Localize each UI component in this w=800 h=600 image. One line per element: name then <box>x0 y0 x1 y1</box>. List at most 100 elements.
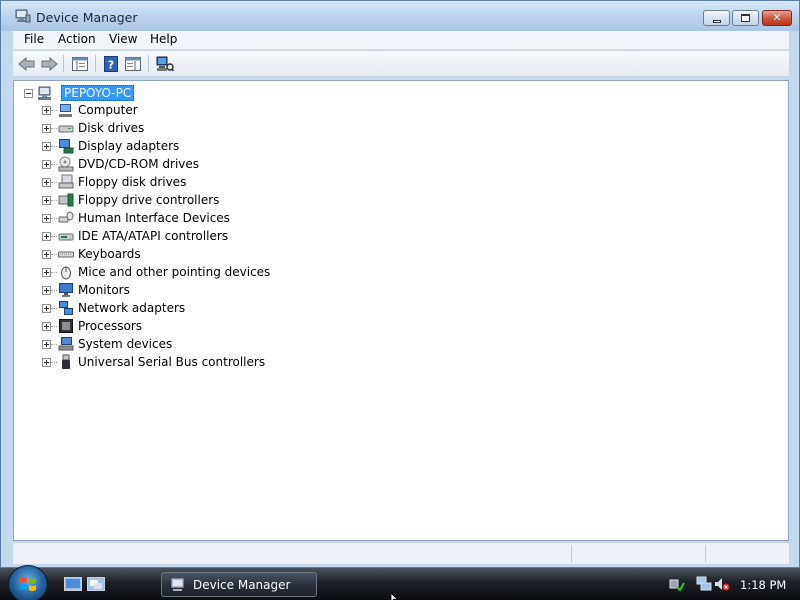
status-segment <box>571 545 705 563</box>
title-bar[interactable]: Device Manager ✕ <box>1 1 799 31</box>
help-button[interactable]: ? <box>101 54 121 74</box>
show-action-pane-icon <box>125 57 141 71</box>
tree-item-processors[interactable]: Processors <box>42 317 270 335</box>
expand-toggle[interactable] <box>42 303 51 313</box>
scan-hardware-changes-icon <box>156 56 174 72</box>
expand-toggle[interactable] <box>42 141 51 151</box>
menu-view[interactable]: View <box>109 32 137 46</box>
network-connection-icon[interactable] <box>696 576 712 592</box>
expand-toggle[interactable] <box>42 339 51 349</box>
tree-item-label: Computer <box>78 103 138 117</box>
tree-item-label: DVD/CD-ROM drives <box>78 157 200 171</box>
tree-item-usb-controllers[interactable]: Universal Serial Bus controllers <box>42 353 270 371</box>
tree-item-computer[interactable]: Computer <box>42 101 270 119</box>
monitor-icon <box>58 282 74 298</box>
taskbar-button-label: Device Manager <box>193 577 291 592</box>
tree-item-label: Mice and other pointing devices <box>78 265 271 279</box>
menu-action[interactable]: Action <box>58 32 96 46</box>
menu-help[interactable]: Help <box>150 32 177 46</box>
tree-item-label: Monitors <box>78 283 130 297</box>
volume-muted-icon[interactable] <box>714 576 730 592</box>
floppy-controller-icon <box>58 192 74 208</box>
expand-toggle[interactable] <box>42 249 51 259</box>
system-devices-icon <box>58 336 74 352</box>
usb-icon <box>58 354 74 370</box>
tree-item-dvd-cd-rom-drives[interactable]: DVD/CD-ROM drives <box>42 155 270 173</box>
expand-toggle[interactable] <box>42 285 51 295</box>
tree-item-label: Processors <box>78 319 143 333</box>
collapse-toggle[interactable] <box>24 88 33 98</box>
tree-item-floppy-disk-drives[interactable]: Floppy disk drives <box>42 173 270 191</box>
tree-item-label: Universal Serial Bus controllers <box>78 355 266 369</box>
scan-hardware-changes-button[interactable] <box>155 54 175 74</box>
computer-name[interactable]: PEPOYO-PC <box>61 85 135 101</box>
tree-item-label: Disk drives <box>78 121 145 135</box>
network-adapter-icon <box>58 300 74 316</box>
tree-item-system-devices[interactable]: System devices <box>42 335 270 353</box>
processor-icon <box>58 318 74 334</box>
device-tree[interactable]: PEPOYO-PC Computer Disk drives Display a… <box>13 80 789 541</box>
close-button[interactable]: ✕ <box>762 10 792 26</box>
dvd-drive-icon <box>58 156 74 172</box>
tree-item-mice[interactable]: Mice and other pointing devices <box>42 263 270 281</box>
expand-toggle[interactable] <box>42 321 51 331</box>
svg-text:?: ? <box>108 59 114 72</box>
minimize-icon <box>712 19 721 23</box>
computer-icon <box>58 102 74 118</box>
back-button[interactable] <box>17 54 37 74</box>
system-clock[interactable]: 1:18 PM <box>740 578 786 592</box>
show-hide-console-tree-button[interactable] <box>70 54 90 74</box>
minimize-button[interactable] <box>703 10 730 26</box>
close-icon: ✕ <box>772 11 782 24</box>
device-manager-window: Device Manager ✕ File Action View Help ?… <box>0 0 800 568</box>
expand-toggle[interactable] <box>42 357 51 367</box>
expand-toggle[interactable] <box>42 195 51 205</box>
tree-item-monitors[interactable]: Monitors <box>42 281 270 299</box>
tree-item-keyboards[interactable]: Keyboards <box>42 245 270 263</box>
category-list: Computer Disk drives Display adapters DV… <box>42 101 270 371</box>
disk-drive-icon <box>58 120 74 136</box>
tree-item-human-interface-devices[interactable]: Human Interface Devices <box>42 209 270 227</box>
expand-toggle[interactable] <box>42 105 51 115</box>
tree-root[interactable]: PEPOYO-PC <box>24 85 135 101</box>
window-title: Device Manager <box>36 10 138 25</box>
maximize-button[interactable] <box>732 10 759 26</box>
toolbar-separator <box>148 55 149 72</box>
expand-toggle[interactable] <box>42 231 51 241</box>
tree-item-label: IDE ATA/ATAPI controllers <box>78 229 229 243</box>
expand-toggle[interactable] <box>42 159 51 169</box>
tree-item-label: Network adapters <box>78 301 186 315</box>
start-button[interactable] <box>8 565 48 600</box>
menu-file[interactable]: File <box>24 32 44 46</box>
toolbar-separator <box>95 55 96 72</box>
display-adapter-icon <box>58 138 74 154</box>
tree-item-disk-drives[interactable]: Disk drives <box>42 119 270 137</box>
hid-icon <box>58 210 74 226</box>
switch-windows-icon[interactable] <box>87 577 105 591</box>
tree-item-display-adapters[interactable]: Display adapters <box>42 137 270 155</box>
tree-item-network-adapters[interactable]: Network adapters <box>42 299 270 317</box>
expand-toggle[interactable] <box>42 177 51 187</box>
show-hide-console-tree-icon <box>72 57 88 71</box>
tree-item-label: Human Interface Devices <box>78 211 230 225</box>
show-desktop-icon[interactable] <box>64 577 82 591</box>
show-action-pane-button[interactable] <box>123 54 143 74</box>
taskbar-device-manager-button[interactable]: Device Manager <box>161 572 317 597</box>
tree-item-ide-ata-atapi-controllers[interactable]: IDE ATA/ATAPI controllers <box>42 227 270 245</box>
status-segment <box>705 545 789 563</box>
mouse-cursor-icon <box>390 592 401 600</box>
ide-controller-icon <box>58 228 74 244</box>
device-manager-icon <box>15 9 31 23</box>
maximize-icon <box>741 14 750 22</box>
tree-item-floppy-drive-controllers[interactable]: Floppy drive controllers <box>42 191 270 209</box>
tree-item-label: Floppy disk drives <box>78 175 187 189</box>
expand-toggle[interactable] <box>42 213 51 223</box>
expand-toggle[interactable] <box>42 123 51 133</box>
computer-icon <box>37 85 53 101</box>
forward-arrow-icon <box>41 57 58 71</box>
network-status-icon[interactable] <box>669 576 685 592</box>
expand-toggle[interactable] <box>42 267 51 277</box>
status-bar <box>13 542 789 564</box>
menu-bar: File Action View Help <box>13 31 789 50</box>
forward-button[interactable] <box>39 54 59 74</box>
